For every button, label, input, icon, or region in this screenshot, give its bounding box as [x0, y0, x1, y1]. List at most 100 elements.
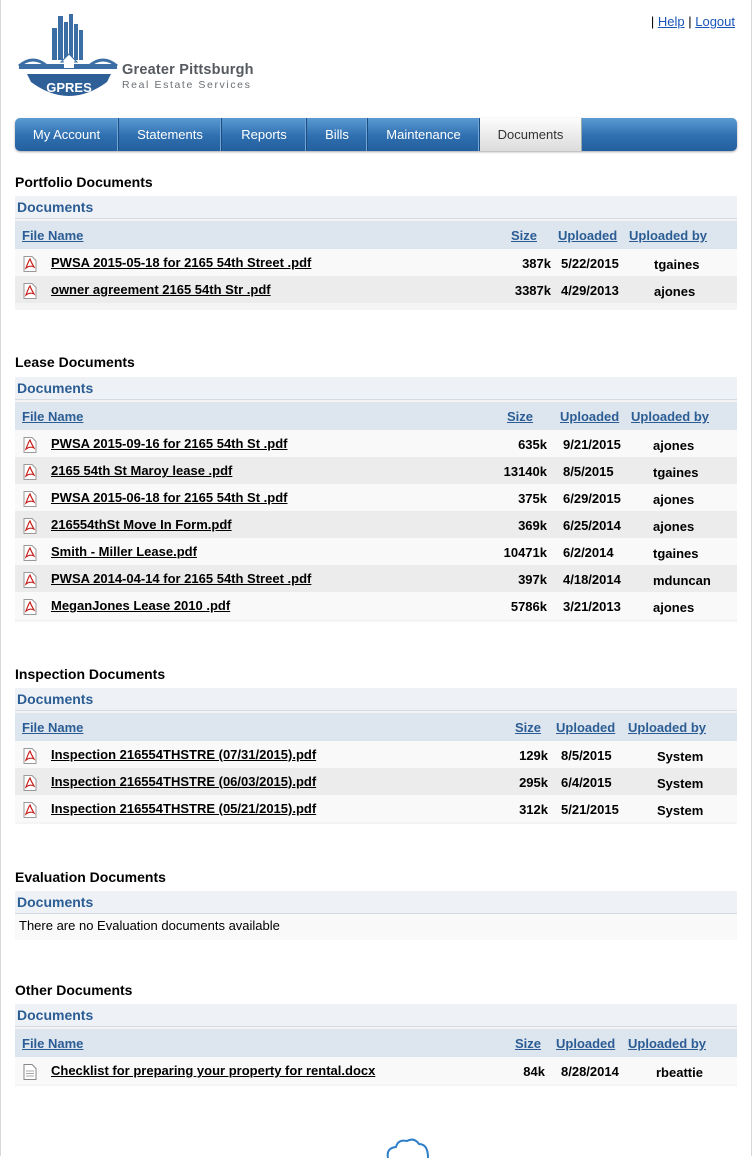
size-sort[interactable]: Size: [511, 228, 537, 243]
file-link[interactable]: Inspection 216554THSTRE (05/21/2015).pdf: [51, 801, 316, 816]
file-size: 3387k: [514, 283, 551, 298]
logo-badge-text: GPRES: [46, 80, 92, 95]
file-size: 13140k: [503, 464, 547, 479]
file-link[interactable]: MeganJones Lease 2010 .pdf: [51, 598, 230, 613]
table-row: owner agreement 2165 54th Str .pdf 3387k 4…: [15, 276, 737, 303]
pdf-file-icon: [23, 572, 37, 588]
help-link[interactable]: Help: [658, 14, 685, 29]
uploaded-by-sort[interactable]: Uploaded by: [628, 1036, 706, 1051]
table-row: Inspection 216554THSTRE (07/31/2015).pdf…: [15, 741, 737, 768]
logout-link[interactable]: Logout: [695, 14, 735, 29]
file-name-sort[interactable]: File Name: [22, 228, 83, 243]
panel-header: Documents: [15, 377, 737, 400]
file-size: 375k: [518, 491, 547, 506]
file-link[interactable]: owner agreement 2165 54th Str .pdf: [51, 282, 271, 297]
size-sort[interactable]: Size: [515, 1036, 541, 1051]
upload-date: 5/22/2015: [561, 256, 619, 271]
portfolio-section-title: Portfolio Documents: [15, 174, 153, 190]
evaluation-section-title: Evaluation Documents: [15, 869, 166, 885]
file-link[interactable]: PWSA 2015-05-18 for 2165 54th Street .pd…: [51, 255, 311, 270]
size-sort[interactable]: Size: [515, 720, 541, 735]
file-name-sort[interactable]: File Name: [22, 409, 83, 424]
uploaded-by-sort[interactable]: Uploaded by: [631, 409, 709, 424]
uploaded-by-sort[interactable]: Uploaded by: [629, 228, 707, 243]
lease-documents-panel: Documents File Name Size Uploaded Upload…: [15, 377, 737, 622]
file-size: 84k: [523, 1064, 545, 1079]
pdf-file-icon: [23, 464, 37, 480]
uploaded-sort[interactable]: Uploaded: [556, 720, 615, 735]
logo-tagline: Real Estate Services: [122, 79, 252, 91]
file-link[interactable]: Inspection 216554THSTRE (07/31/2015).pdf: [51, 747, 316, 762]
file-link[interactable]: 216554thSt Move In Form.pdf: [51, 517, 232, 532]
tab-reports[interactable]: Reports: [222, 118, 307, 151]
uploaded-sort[interactable]: Uploaded: [558, 228, 617, 243]
file-link[interactable]: 2165 54th St Maroy lease .pdf: [51, 463, 232, 478]
upload-date: 8/5/2015: [563, 464, 614, 479]
main-nav: My Account Statements Reports Bills Main…: [15, 118, 737, 151]
file-size: 295k: [519, 775, 548, 790]
uploaded-by: ajones: [653, 438, 695, 453]
upload-date: 4/29/2013: [561, 283, 619, 298]
logo-graphic: GPRES: [18, 14, 118, 96]
tab-maintenance[interactable]: Maintenance: [368, 118, 480, 151]
uploaded-by: System: [657, 803, 704, 818]
uploaded-by: mduncan: [653, 573, 711, 588]
column-header: File Name Size Uploaded Uploaded by: [15, 1029, 737, 1057]
upload-date: 3/21/2013: [563, 599, 621, 614]
portfolio-file-list: PWSA 2015-05-18 for 2165 54th Street .pd…: [15, 249, 737, 303]
file-name-sort[interactable]: File Name: [22, 720, 83, 735]
uploaded-by: tgaines: [653, 465, 699, 480]
panel-header: Documents: [15, 1004, 737, 1027]
table-row: PWSA 2014-04-14 for 2165 54th Street .pd…: [15, 565, 737, 592]
pdf-file-icon: [23, 256, 37, 272]
separator: |: [688, 14, 692, 29]
file-link[interactable]: PWSA 2015-06-18 for 2165 54th St .pdf: [51, 490, 288, 505]
logo-name: Greater Pittsburgh: [122, 62, 254, 78]
pdf-file-icon: [23, 518, 37, 534]
upload-date: 4/18/2014: [563, 572, 621, 587]
file-link[interactable]: Inspection 216554THSTRE (06/03/2015).pdf: [51, 774, 316, 789]
file-name-sort[interactable]: File Name: [22, 1036, 83, 1051]
table-row: Inspection 216554THSTRE (05/21/2015).pdf…: [15, 795, 737, 822]
uploaded-by: System: [657, 776, 704, 791]
table-row: MeganJones Lease 2010 .pdf 5786k 3/21/2013…: [15, 592, 737, 619]
uploaded-sort[interactable]: Uploaded: [556, 1036, 615, 1051]
table-row: 216554thSt Move In Form.pdf 369k 6/25/2014…: [15, 511, 737, 538]
file-link[interactable]: Smith - Miller Lease.pdf: [51, 544, 197, 559]
lease-file-list: PWSA 2015-09-16 for 2165 54th St .pdf 635…: [15, 430, 737, 619]
uploaded-by: System: [657, 749, 704, 764]
file-size: 312k: [519, 802, 548, 817]
upload-date: 9/21/2015: [563, 437, 621, 452]
file-size: 635k: [518, 437, 547, 452]
upload-date: 6/2/2014: [563, 545, 614, 560]
uploaded-by: tgaines: [653, 546, 699, 561]
pdf-file-icon: [23, 599, 37, 615]
file-link[interactable]: Checklist for preparing your property fo…: [51, 1063, 375, 1078]
uploaded-by: rbeattie: [656, 1065, 703, 1080]
portfolio-documents-panel: Documents File Name Size Uploaded Upload…: [15, 196, 737, 310]
uploaded-by-sort[interactable]: Uploaded by: [628, 720, 706, 735]
column-header: File Name Size Uploaded Uploaded by: [15, 221, 737, 249]
uploaded-sort[interactable]: Uploaded: [560, 409, 619, 424]
tab-my-account[interactable]: My Account: [15, 118, 119, 151]
file-link[interactable]: PWSA 2014-04-14 for 2165 54th Street .pd…: [51, 571, 311, 586]
uploaded-by: ajones: [653, 519, 695, 534]
evaluation-documents-panel: Documents There are no Evaluation docume…: [15, 891, 737, 940]
tab-documents[interactable]: Documents: [480, 118, 582, 151]
pdf-file-icon: [23, 802, 37, 818]
tab-statements[interactable]: Statements: [119, 118, 222, 151]
empty-message: There are no Evaluation documents availa…: [15, 914, 737, 940]
table-row: Inspection 216554THSTRE (06/03/2015).pdf…: [15, 768, 737, 795]
tab-bills[interactable]: Bills: [307, 118, 368, 151]
table-row: Smith - Miller Lease.pdf 10471k 6/2/2014 tg…: [15, 538, 737, 565]
pdf-file-icon: [23, 545, 37, 561]
uploaded-by: ajones: [653, 600, 695, 615]
file-size: 5786k: [510, 599, 547, 614]
file-size: 369k: [518, 518, 547, 533]
pdf-file-icon: [23, 283, 37, 299]
upload-date: 8/28/2014: [561, 1064, 619, 1079]
file-link[interactable]: PWSA 2015-09-16 for 2165 54th St .pdf: [51, 436, 288, 451]
upload-date: 6/29/2015: [563, 491, 621, 506]
size-sort[interactable]: Size: [507, 409, 533, 424]
file-size: 10471k: [503, 545, 547, 560]
